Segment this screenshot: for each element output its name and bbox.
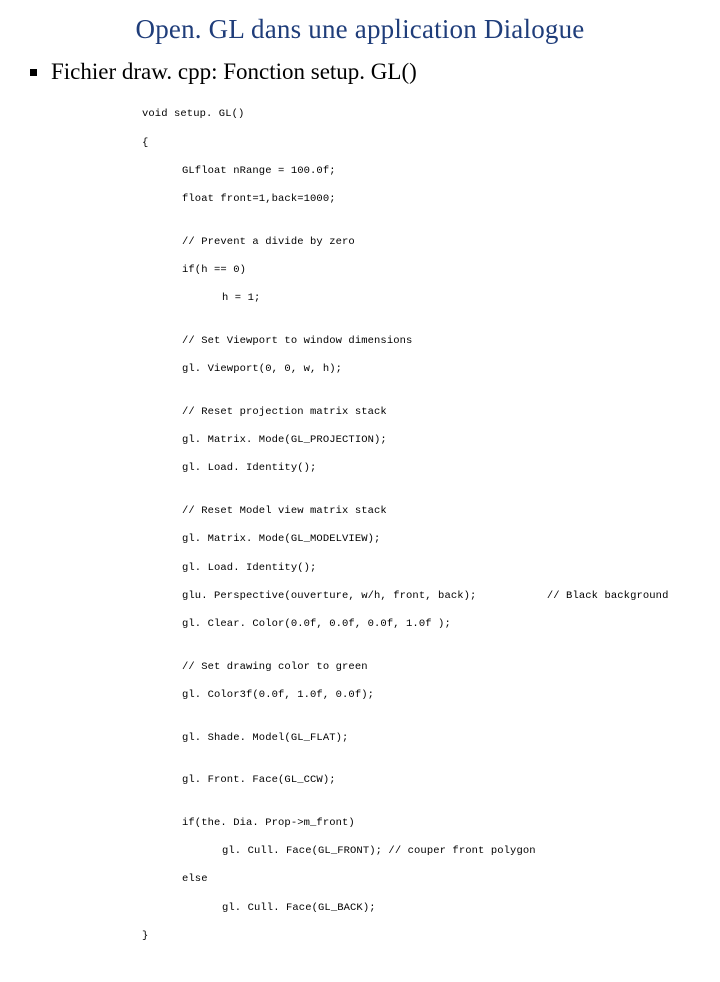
code-line: GLfloat nRange = 100.0f; xyxy=(142,164,696,178)
code-line: gl. Matrix. Mode(GL_MODELVIEW); xyxy=(142,532,696,546)
code-line: gl. Cull. Face(GL_BACK); xyxy=(142,901,696,915)
code-line: gl. Load. Identity(); xyxy=(142,561,696,575)
code-block: void setup. GL() { GLfloat nRange = 100.… xyxy=(142,93,696,972)
slide-title: Open. GL dans une application Dialogue xyxy=(24,14,696,45)
code-line: // Set Viewport to window dimensions xyxy=(142,334,696,348)
bullet-dot-icon xyxy=(30,69,37,76)
code-line: h = 1; xyxy=(142,291,696,305)
code-line: void setup. GL() xyxy=(142,107,696,121)
code-line: if(h == 0) xyxy=(142,263,696,277)
code-line: float front=1,back=1000; xyxy=(142,192,696,206)
code-line: // Prevent a divide by zero xyxy=(142,235,696,249)
bullet-item: Fichier draw. cpp: Fonction setup. GL() xyxy=(30,59,696,85)
code-line: // Reset Model view matrix stack xyxy=(142,504,696,518)
code-line: gl. Cull. Face(GL_FRONT); // couper fron… xyxy=(142,844,696,858)
code-line: // Set drawing color to green xyxy=(142,660,696,674)
code-line: glu. Perspective(ouverture, w/h, front, … xyxy=(142,589,696,603)
code-line: gl. Clear. Color(0.0f, 0.0f, 0.0f, 1.0f … xyxy=(142,617,696,631)
code-line: gl. Load. Identity(); xyxy=(142,461,696,475)
code-line: // Reset projection matrix stack xyxy=(142,405,696,419)
code-line: { xyxy=(142,136,696,150)
bullet-text: Fichier draw. cpp: Fonction setup. GL() xyxy=(51,59,417,85)
code-line: gl. Matrix. Mode(GL_PROJECTION); xyxy=(142,433,696,447)
code-line: gl. Shade. Model(GL_FLAT); xyxy=(142,731,696,745)
code-line: gl. Color3f(0.0f, 1.0f, 0.0f); xyxy=(142,688,696,702)
code-line: } xyxy=(142,929,696,943)
code-line: gl. Front. Face(GL_CCW); xyxy=(142,773,696,787)
code-line: else xyxy=(142,872,696,886)
code-line: if(the. Dia. Prop->m_front) xyxy=(142,816,696,830)
code-line: gl. Viewport(0, 0, w, h); xyxy=(142,362,696,376)
